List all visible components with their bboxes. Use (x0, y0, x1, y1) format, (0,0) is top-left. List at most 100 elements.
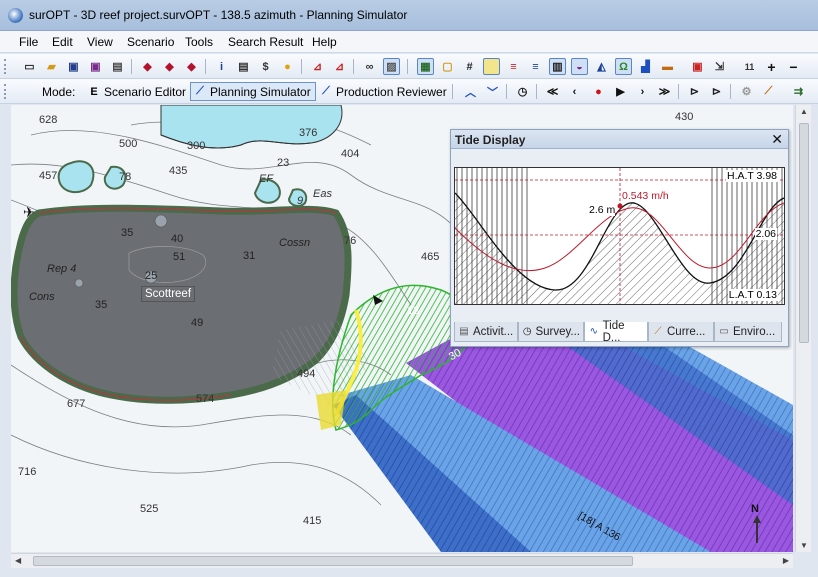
page-icon[interactable]: ▢ (439, 58, 456, 75)
scroll-right-icon[interactable]: ▶ (783, 556, 789, 565)
menu-file[interactable]: File (19, 35, 38, 49)
histogram-icon[interactable]: ▟ (637, 58, 654, 75)
export-icon[interactable]: ⇲ (711, 58, 728, 75)
depth-label: 465 (421, 251, 440, 263)
status-bar (0, 569, 818, 577)
sun-icon[interactable]: ● (279, 58, 296, 75)
vessel-path-icon[interactable]: ⊳ (708, 83, 725, 100)
chevron-up-icon[interactable]: ︿ (462, 83, 479, 100)
list-icon[interactable]: ≡ (527, 58, 544, 75)
depth-label: 494 (297, 368, 316, 380)
align-icon[interactable]: ≡ (505, 58, 522, 75)
step-back-icon[interactable]: ‹ (566, 83, 583, 100)
clock-icon[interactable]: ◷ (514, 83, 531, 100)
tab-environment[interactable]: ▭ Enviro... (714, 322, 782, 342)
step-forward-icon[interactable]: › (634, 83, 651, 100)
record-icon[interactable]: ● (590, 83, 607, 100)
info-icon[interactable]: i (213, 58, 230, 75)
depth-label: 25 (145, 270, 158, 282)
window-icon[interactable]: ▣ (689, 58, 706, 75)
save-as-icon[interactable]: ▣ (87, 58, 104, 75)
cost-icon[interactable]: $ (257, 58, 274, 75)
production-reviewer-button[interactable]: ⟋ Production Reviewer (316, 82, 452, 101)
vertical-scroll-thumb[interactable] (799, 123, 809, 343)
vessel-track-icon[interactable]: ⊳ (686, 83, 703, 100)
tide-chart[interactable]: H.A.T 3.98 L.A.T 0.13 2.06 2.6 m 0.543 m… (454, 167, 785, 305)
horizontal-scroll-thumb[interactable] (33, 556, 633, 566)
layers-icon[interactable]: ▨ (383, 58, 400, 75)
profile-icon[interactable]: ◒ (571, 58, 588, 75)
north-arrow-icon (753, 515, 761, 543)
print-icon[interactable]: ▤ (109, 58, 126, 75)
horizontal-scrollbar[interactable]: ◀ ▶ (11, 553, 793, 568)
menu-view[interactable]: View (87, 35, 113, 49)
zoom-out-icon[interactable]: − (785, 58, 802, 75)
grid-icon[interactable]: # (461, 58, 478, 75)
ruler-icon[interactable]: ▬ (659, 58, 676, 75)
vessel-icon[interactable]: ◭ (593, 58, 610, 75)
document-icon[interactable]: ▤ (235, 58, 252, 75)
toolbar-grip[interactable] (4, 59, 7, 74)
menu-scenario[interactable]: Scenario (127, 35, 174, 49)
depth-label: 9 (297, 195, 304, 207)
current-height-label: 2.6 m (589, 204, 616, 216)
tab-survey[interactable]: ◷ Survey... (518, 322, 584, 342)
omega-icon[interactable]: Ω (615, 58, 632, 75)
new-file-icon[interactable]: ▭ (21, 58, 38, 75)
bars-icon[interactable]: ▥ (549, 58, 566, 75)
menu-search-result[interactable]: Search Result (228, 35, 303, 49)
tab-activity[interactable]: ▤ Activit... (454, 322, 518, 342)
chevron-down-icon[interactable]: ﹀ (484, 83, 501, 100)
scroll-up-icon[interactable]: ▲ (800, 107, 808, 116)
tab-survey-label: Survey... (535, 325, 580, 338)
window-title: surOPT - 3D reef project.survOPT - 138.5… (29, 8, 408, 22)
tab-current[interactable]: ⟋ Curre... (648, 322, 714, 342)
settings-disabled-icon[interactable]: ⚙ (738, 83, 755, 100)
depth-label: 35 (121, 227, 134, 239)
open-folder-icon[interactable]: ▰ (43, 58, 60, 75)
small-reef-1 (57, 160, 95, 194)
toolbar-grip-2[interactable] (4, 84, 7, 99)
skip-forward-icon[interactable]: ≫ (656, 83, 673, 100)
route-icon[interactable]: ⟋ (760, 83, 777, 100)
more-tools-icon[interactable]: ⇉ (790, 83, 807, 100)
save-icon[interactable]: ▣ (65, 58, 82, 75)
production-reviewer-icon: ⟋ (322, 85, 330, 97)
depth-label: 430 (675, 111, 694, 123)
mode-label: Mode: (42, 85, 76, 99)
binoculars-icon[interactable]: ∞ (361, 58, 378, 75)
marker-delete-icon[interactable]: ◆ (183, 58, 200, 75)
environment-icon: ▭ (719, 326, 729, 337)
scroll-down-icon[interactable]: ▼ (800, 541, 808, 550)
menu-edit[interactable]: Edit (52, 35, 73, 49)
zoom-in-icon[interactable]: + (763, 58, 780, 75)
graph-icon[interactable]: ⊿ (331, 58, 348, 75)
menu-help[interactable]: Help (312, 35, 337, 49)
marker-edit-icon[interactable]: ◆ (161, 58, 178, 75)
planning-simulator-button[interactable]: ⟋ Planning Simulator (190, 82, 316, 101)
map-view-icon[interactable]: ▦ (417, 58, 434, 75)
tab-activity-label: Activit... (473, 325, 514, 338)
depth-label: 40 (171, 233, 184, 245)
chart-icon[interactable]: ⊿ (309, 58, 326, 75)
menu-tools[interactable]: Tools (185, 35, 213, 49)
scenario-editor-button[interactable]: E Scenario Editor (84, 82, 191, 101)
tide-panel-header[interactable]: Tide Display ✕ (451, 130, 788, 149)
scroll-left-icon[interactable]: ◀ (15, 556, 21, 565)
depth-label: 457 (39, 170, 58, 182)
current-tide-marker (617, 203, 623, 209)
highlight-icon[interactable] (483, 58, 500, 75)
current-icon: ⟋ (654, 326, 662, 337)
tide-display-panel[interactable]: Tide Display ✕ H.A.T 3.98 L.A.T 0.13 2.0… (450, 129, 789, 347)
calendar-icon[interactable]: 11 (741, 58, 758, 75)
activity-icon: ▤ (459, 326, 469, 337)
play-icon[interactable]: ▶ (612, 83, 629, 100)
main-toolbar: ▭ ▰ ▣ ▣ ▤ ◆ ◆ ◆ i ▤ $ ● ⊿ ⊿ ∞ ▨ ▦ ▢ # ≡ … (0, 54, 818, 79)
skip-back-icon[interactable]: ≪ (544, 83, 561, 100)
scenario-editor-icon: E (90, 85, 98, 98)
marker-red-icon[interactable]: ◆ (139, 58, 156, 75)
tab-tide-display[interactable]: ∿ Tide D... (584, 320, 648, 344)
close-icon[interactable]: ✕ (771, 131, 783, 148)
vertical-scrollbar[interactable]: ▲ ▼ (795, 105, 811, 552)
tab-environment-label: Enviro... (733, 325, 776, 338)
